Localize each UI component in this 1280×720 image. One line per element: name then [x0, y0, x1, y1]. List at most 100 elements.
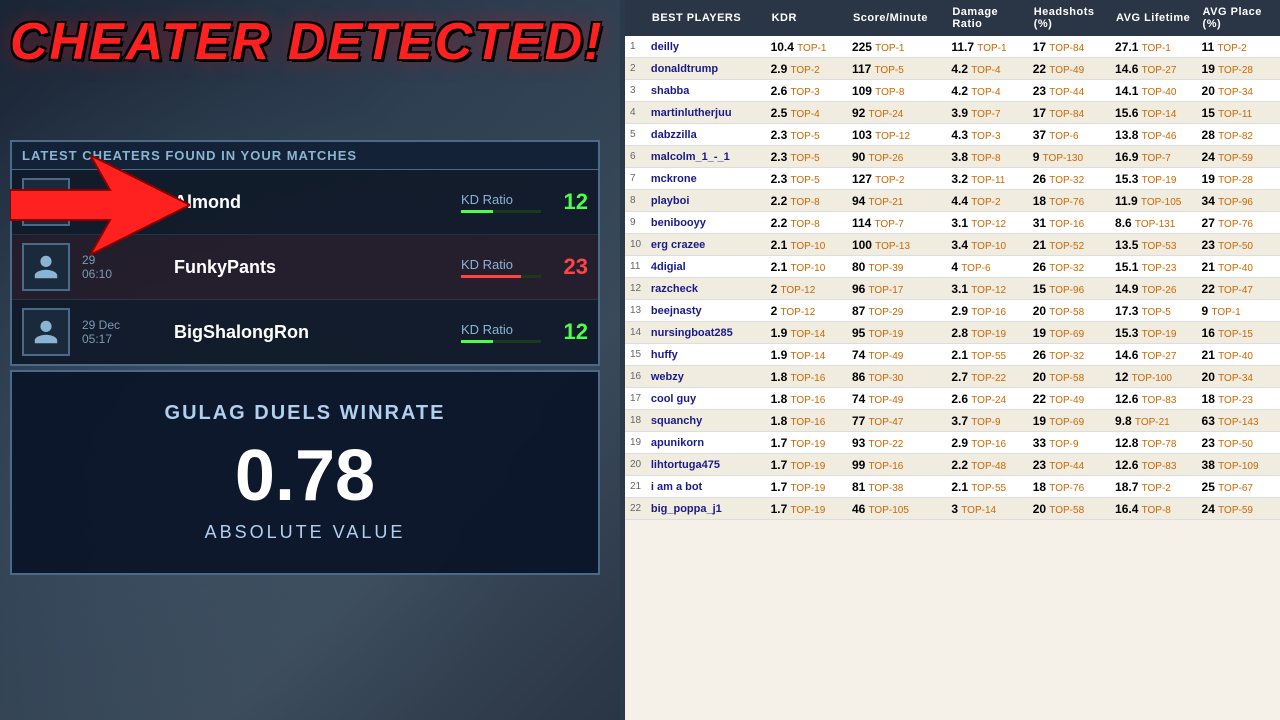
- player-kdr: 2.3 TOP-5: [768, 168, 849, 190]
- dr-top: TOP-55: [971, 483, 1006, 494]
- player-dr: 4.2 TOP-4: [948, 80, 1029, 102]
- place-value: 19: [1202, 62, 1215, 76]
- player-rank: 14: [625, 322, 648, 344]
- spm-value: 96: [852, 282, 865, 296]
- hs-value: 20: [1033, 370, 1046, 384]
- kdr-value: 2.3: [771, 172, 788, 186]
- avg-value: 14.1: [1115, 84, 1138, 98]
- avg-top: TOP-19: [1142, 329, 1177, 340]
- kdr-value: 2.3: [771, 150, 788, 164]
- player-avg: 11.9 TOP-105: [1112, 190, 1199, 212]
- kdr-top: TOP-12: [780, 285, 815, 296]
- avg-value: 14.9: [1115, 282, 1138, 296]
- table-row: 10 erg crazee 2.1 TOP-10 100 TOP-13 3.4 …: [625, 234, 1280, 256]
- dr-value: 3.1: [951, 282, 968, 296]
- avg-value: 8.6: [1115, 216, 1132, 230]
- dr-value: 2.9: [951, 436, 968, 450]
- hs-top: TOP-58: [1049, 373, 1084, 384]
- player-avg: 14.6 TOP-27: [1112, 344, 1199, 366]
- player-kdr: 2.9 TOP-2: [768, 58, 849, 80]
- player-rank: 1: [625, 36, 648, 58]
- gulag-panel: GULAG DUELS WINRATE 0.78 ABSOLUTE VALUE: [10, 370, 600, 575]
- player-avg: 12.6 TOP-83: [1112, 388, 1199, 410]
- player-place: 22 TOP-47: [1199, 278, 1280, 300]
- dr-top: TOP-55: [971, 351, 1006, 362]
- kdr-value: 1.7: [771, 458, 788, 472]
- player-rank: 7: [625, 168, 648, 190]
- avg-value: 17.3: [1115, 304, 1138, 318]
- kdr-value: 1.9: [771, 326, 788, 340]
- cheater-row: 29 Dec05:17BigShalongRon KD Ratio 12: [12, 300, 598, 364]
- dr-top: TOP-10: [971, 241, 1006, 252]
- player-rank: 19: [625, 432, 648, 454]
- player-place: 15 TOP-11: [1199, 102, 1280, 124]
- place-top: TOP-59: [1218, 153, 1253, 164]
- hs-top: TOP-84: [1049, 43, 1084, 54]
- place-top: TOP-96: [1218, 197, 1253, 208]
- player-avg: 13.8 TOP-46: [1112, 124, 1199, 146]
- hs-top: TOP-69: [1049, 329, 1084, 340]
- avg-top: TOP-105: [1141, 197, 1181, 208]
- player-name: nursingboat285: [648, 322, 768, 344]
- cheater-stat: KD Ratio: [461, 257, 541, 278]
- player-place: 27 TOP-76: [1199, 212, 1280, 234]
- hs-value: 31: [1033, 216, 1046, 230]
- player-avg: 18.7 TOP-2: [1112, 476, 1199, 498]
- kdr-value: 2.5: [771, 106, 788, 120]
- dr-top: TOP-14: [961, 505, 996, 516]
- player-hs: 18 TOP-76: [1030, 476, 1112, 498]
- gulag-title: GULAG DUELS WINRATE: [32, 402, 578, 425]
- table-row: 17 cool guy 1.8 TOP-16 74 TOP-49 2.6 TOP…: [625, 388, 1280, 410]
- player-kdr: 2 TOP-12: [768, 278, 849, 300]
- cheater-name: Almond: [174, 192, 449, 213]
- spm-top: TOP-17: [869, 285, 904, 296]
- hs-top: TOP-49: [1049, 65, 1084, 76]
- player-name: deilly: [648, 36, 768, 58]
- avg-top: TOP-26: [1142, 285, 1177, 296]
- player-avg: 14.6 TOP-27: [1112, 58, 1199, 80]
- hs-top: TOP-9: [1049, 439, 1078, 450]
- kdr-top: TOP-19: [790, 483, 825, 494]
- player-rank: 20: [625, 454, 648, 476]
- player-dr: 2.8 TOP-19: [948, 322, 1029, 344]
- spm-value: 90: [852, 150, 865, 164]
- avg-top: TOP-46: [1142, 131, 1177, 142]
- player-name: dabzzilla: [648, 124, 768, 146]
- avg-value: 27.1: [1115, 40, 1138, 54]
- kdr-top: TOP-5: [790, 131, 819, 142]
- player-spm: 114 TOP-7: [849, 212, 948, 234]
- player-dr: 3.9 TOP-7: [948, 102, 1029, 124]
- table-row: 19 apunikorn 1.7 TOP-19 93 TOP-22 2.9 TO…: [625, 432, 1280, 454]
- player-rank: 4: [625, 102, 648, 124]
- place-top: TOP-47: [1218, 285, 1253, 296]
- spm-top: TOP-49: [869, 351, 904, 362]
- col-header-kdr: KDR: [768, 0, 849, 36]
- player-place: 25 TOP-67: [1199, 476, 1280, 498]
- place-value: 21: [1202, 348, 1215, 362]
- player-hs: 23 TOP-44: [1030, 454, 1112, 476]
- spm-value: 100: [852, 238, 872, 252]
- avg-value: 15.1: [1115, 260, 1138, 274]
- player-place: 19 TOP-28: [1199, 168, 1280, 190]
- avg-top: TOP-2: [1142, 483, 1171, 494]
- kdr-top: TOP-14: [790, 351, 825, 362]
- red-arrow-icon: [10, 155, 190, 255]
- player-kdr: 2.1 TOP-10: [768, 234, 849, 256]
- player-place: 23 TOP-50: [1199, 234, 1280, 256]
- player-kdr: 2.2 TOP-8: [768, 212, 849, 234]
- cheater-value: 12: [553, 319, 588, 345]
- player-avg: 9.8 TOP-21: [1112, 410, 1199, 432]
- table-row: 6 malcolm_1_-_1 2.3 TOP-5 90 TOP-26 3.8 …: [625, 146, 1280, 168]
- player-spm: 92 TOP-24: [849, 102, 948, 124]
- players-table-body: 1 deilly 10.4 TOP-1 225 TOP-1 11.7 TOP-1…: [625, 36, 1280, 520]
- spm-value: 77: [852, 414, 865, 428]
- place-top: TOP-82: [1218, 131, 1253, 142]
- player-name: razcheck: [648, 278, 768, 300]
- kdr-value: 2.1: [771, 260, 788, 274]
- table-row: 8 playboi 2.2 TOP-8 94 TOP-21 4.4 TOP-2 …: [625, 190, 1280, 212]
- cheater-value: 23: [553, 254, 588, 280]
- spm-value: 80: [852, 260, 865, 274]
- place-top: TOP-23: [1218, 395, 1253, 406]
- col-header-avg: AVG Lifetime: [1112, 0, 1199, 36]
- hs-value: 23: [1033, 458, 1046, 472]
